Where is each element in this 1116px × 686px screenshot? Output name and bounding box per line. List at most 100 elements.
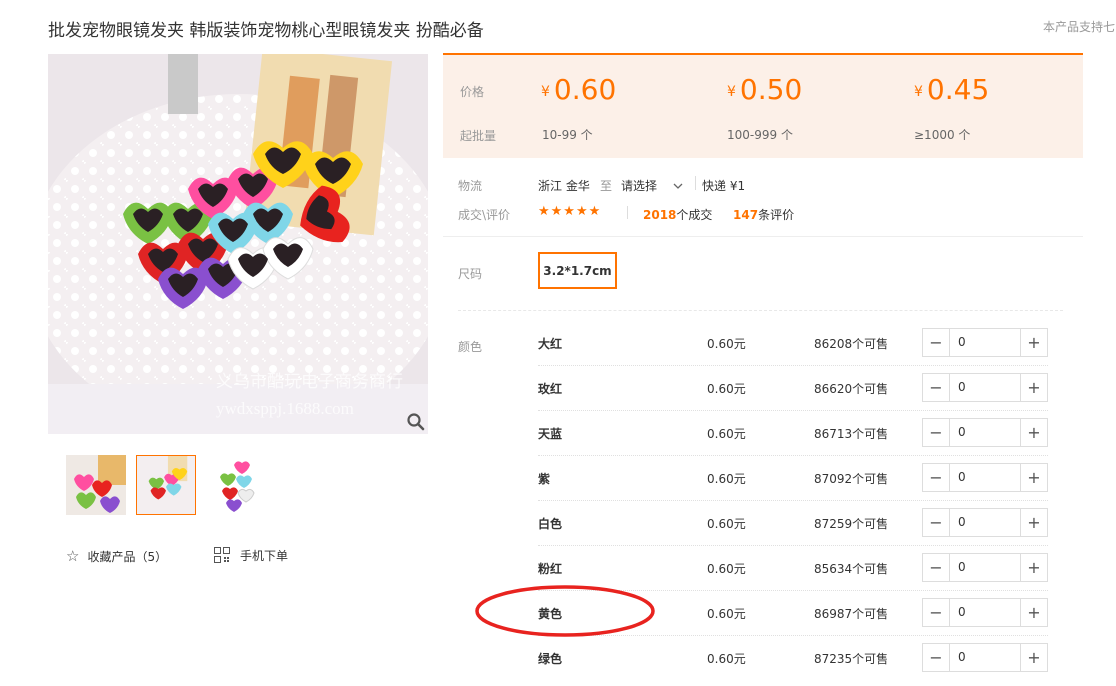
minus-icon[interactable]: − [923,554,950,581]
section-divider [443,236,1083,237]
quantity-input[interactable]: 0 [958,380,966,394]
sku-price: 0.60元 [707,562,746,576]
quantity-input[interactable]: 0 [958,515,966,529]
price-tier-3: ¥0.45 [914,73,990,106]
logistics-to: 至 [600,179,613,193]
tier-1-range: 10-99 个 [542,128,593,142]
sku-stock: 87092个可售 [814,472,889,486]
sku-row-baise: 白色 0.60元 87259个可售 − 0 + [458,501,1063,546]
plus-icon[interactable]: + [1020,644,1047,671]
sku-row-dahong: 大红 0.60元 86208个可售 − 0 + [458,321,1063,366]
rating-stars: ★★★★★ [538,204,602,219]
sku-price: 0.60元 [707,472,746,486]
sku-color-name: 粉红 [538,562,563,576]
size-option-selected[interactable]: 3.2*1.7cm [538,252,617,289]
image-watermark-url: ywdxsppj.1688.com [216,399,354,418]
minus-icon[interactable]: − [923,644,950,671]
plus-icon[interactable]: + [1020,329,1047,356]
sku-price: 0.60元 [707,382,746,396]
sku-color-name: 绿色 [538,652,563,666]
sku-price: 0.60元 [707,337,746,351]
favorite-label: 收藏产品（5） [87,550,168,564]
minus-icon[interactable]: − [923,374,950,401]
price-label: 价格 [460,85,485,99]
sku-row-meihong: 玫红 0.60元 86620个可售 − 0 + [458,366,1063,411]
quantity-input[interactable]: 0 [958,470,966,484]
sku-stock: 87235个可售 [814,652,889,666]
sku-stock: 85634个可售 [814,562,889,576]
sku-color-name: 玫红 [538,382,563,396]
minus-icon[interactable]: − [923,464,950,491]
quantity-stepper: − 0 + [922,373,1048,402]
thumbnail-2[interactable] [136,455,196,515]
tier-3-range: ≥1000 个 [914,128,971,142]
destination-select[interactable]: 请选择 [621,174,683,194]
destination-value: 请选择 [621,179,658,193]
plus-icon[interactable]: + [1020,374,1047,401]
quantity-input[interactable]: 0 [958,650,966,664]
quantity-stepper: − 0 + [922,418,1048,447]
product-title: 批发宠物眼镜发夹 韩版装饰宠物桃心型眼镜发夹 扮酷必备 [48,21,484,41]
favorite-button[interactable]: ☆ 收藏产品（5） [66,547,167,565]
sku-stock: 86208个可售 [814,337,889,351]
sku-color-name: 大红 [538,337,563,351]
logistics-label: 物流 [458,179,483,193]
sku-stock: 86713个可售 [814,427,889,441]
quantity-input[interactable]: 0 [958,560,966,574]
quantity-stepper: − 0 + [922,508,1048,537]
sku-price: 0.60元 [707,427,746,441]
sku-row-zi: 紫 0.60元 87092个可售 − 0 + [458,456,1063,501]
sku-color-name: 天蓝 [538,427,563,441]
size-color-divider [458,310,1063,311]
sku-color-name: 紫 [538,472,551,486]
plus-icon[interactable]: + [1020,464,1047,491]
price-tier-1: ¥0.60 [541,73,617,106]
plus-icon[interactable]: + [1020,509,1047,536]
support-notice[interactable]: 本产品支持七 [1043,18,1115,35]
quantity-input[interactable]: 0 [958,605,966,619]
price-panel-top-border [443,53,1083,55]
mobile-order-label: 手机下单 [240,549,289,563]
quantity-stepper: − 0 + [922,463,1048,492]
minus-icon[interactable]: − [923,329,950,356]
plus-icon[interactable]: + [1020,419,1047,446]
sku-stock: 86987个可售 [814,607,889,621]
sku-stock: 86620个可售 [814,382,889,396]
magnifier-icon[interactable] [406,412,426,432]
tier-2-range: 100-999 个 [727,128,793,142]
quantity-input[interactable]: 0 [958,335,966,349]
size-label: 尺码 [458,267,483,281]
thumbnail-3[interactable] [206,455,266,515]
quantity-input[interactable]: 0 [958,425,966,439]
review-count[interactable]: 147条评价 [733,206,794,223]
deals-divider [627,206,628,219]
shipping-fee: 快递 ¥1 [702,179,746,193]
deal-count[interactable]: 2018个成交 [643,206,712,223]
sku-price: 0.60元 [707,517,746,531]
logistics-divider [695,176,696,190]
plus-icon[interactable]: + [1020,599,1047,626]
minus-icon[interactable]: − [923,509,950,536]
sku-stock: 87259个可售 [814,517,889,531]
logistics-origin: 浙江 金华 [538,179,590,193]
minus-icon[interactable]: − [923,599,950,626]
quantity-stepper: − 0 + [922,553,1048,582]
sku-price: 0.60元 [707,652,746,666]
star-outline-icon: ☆ [66,547,80,565]
annotation-circle [474,584,656,638]
quantity-stepper: − 0 + [922,643,1048,672]
sku-row-lvse: 绿色 0.60元 87235个可售 − 0 + [458,636,1063,681]
qr-code-icon [214,547,230,566]
image-watermark: 义乌市酷玩电子商务商行 [216,372,403,391]
price-tier-2: ¥0.50 [727,73,803,106]
sku-color-name: 白色 [538,517,563,531]
quantity-stepper: − 0 + [922,328,1048,357]
quantity-stepper: − 0 + [922,598,1048,627]
plus-icon[interactable]: + [1020,554,1047,581]
minus-icon[interactable]: − [923,419,950,446]
mobile-order-button[interactable]: 手机下单 [214,547,288,566]
chevron-down-icon [673,178,683,192]
min-order-label: 起批量 [460,129,497,143]
thumbnail-1[interactable] [66,455,126,515]
main-product-image[interactable]: 义乌市酷玩电子商务商行 ywdxsppj.1688.com [48,54,428,434]
